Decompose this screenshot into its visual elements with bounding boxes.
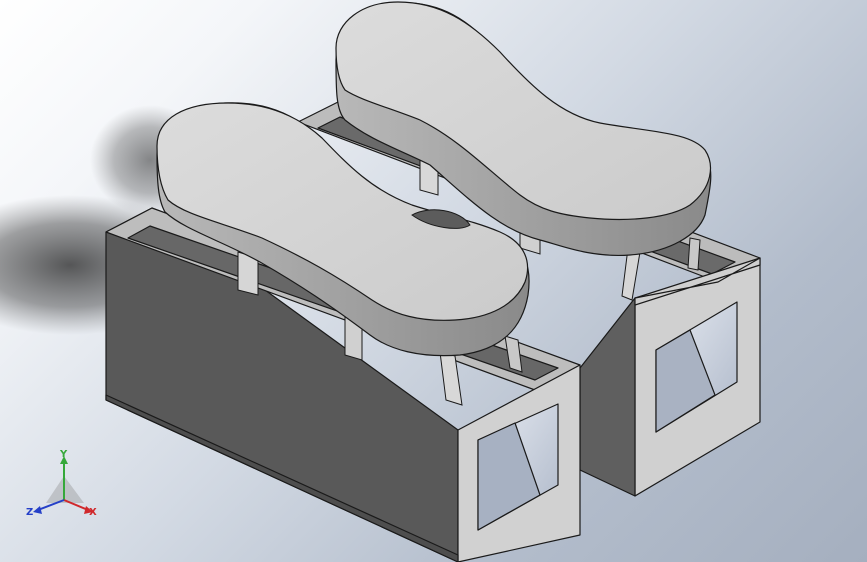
x-axis-label: X: [89, 507, 97, 518]
graphics-viewport[interactable]: Y X Z: [0, 0, 867, 562]
model-scene[interactable]: [0, 0, 867, 562]
y-axis-label: Y: [59, 449, 68, 460]
z-axis-arrow: [33, 506, 42, 514]
back-block-side-face: [579, 297, 636, 497]
z-axis-label: Z: [26, 507, 33, 518]
axis-triad: Y X Z: [26, 449, 97, 518]
